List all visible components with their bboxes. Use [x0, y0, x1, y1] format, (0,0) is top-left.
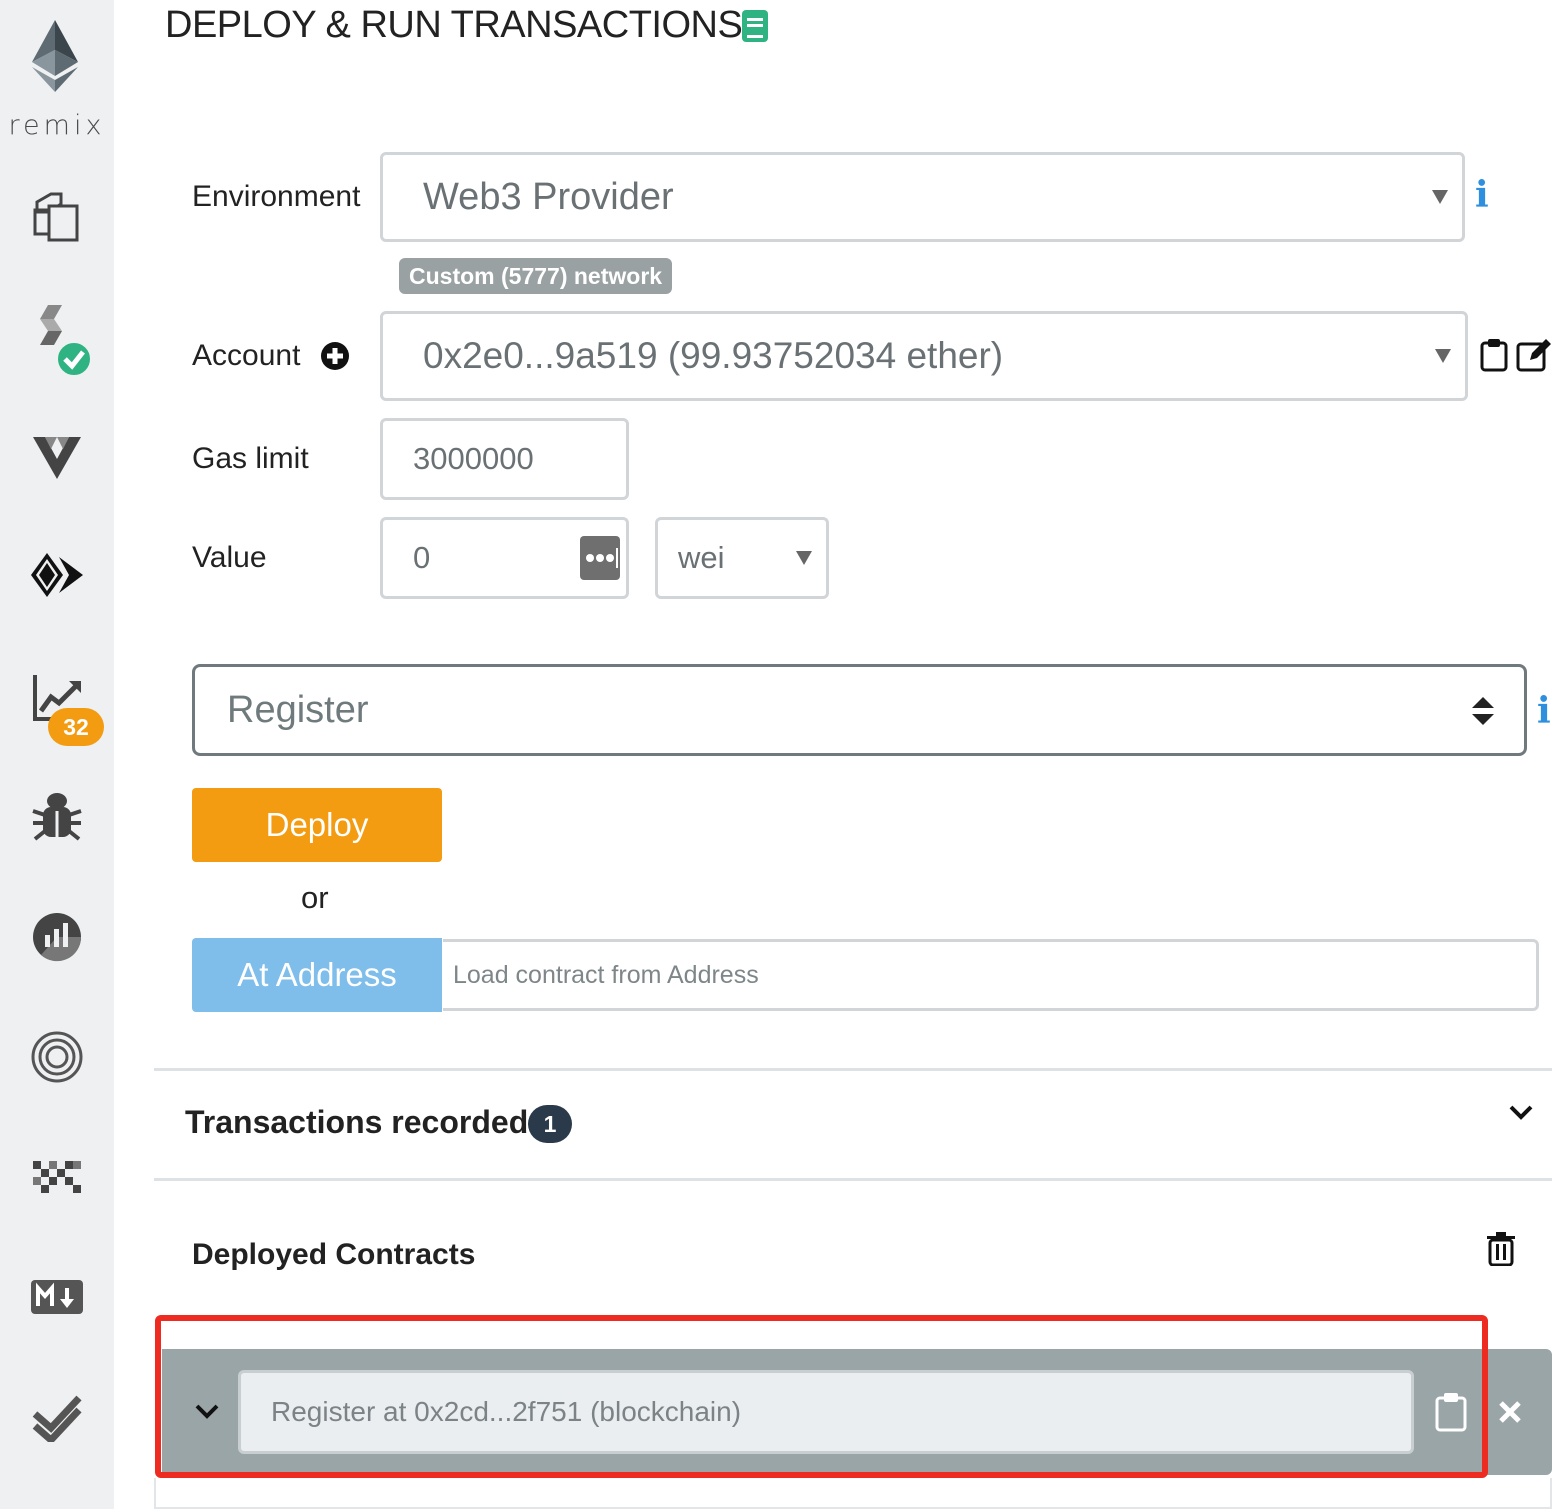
environment-select[interactable]: Web3 Provider — [380, 152, 1465, 242]
gas-limit-label: Gas limit — [192, 442, 309, 475]
environment-info-icon[interactable]: i — [1475, 174, 1489, 216]
close-icon[interactable] — [1498, 1400, 1522, 1424]
sidebar-item-solidity-compiler[interactable] — [22, 305, 92, 379]
pixel-icon — [33, 1161, 81, 1193]
page-title: DEPLOY & RUN TRANSACTIONS — [165, 4, 743, 46]
account-label: Account — [192, 339, 301, 372]
instance-label: Register at 0x2cd...2f751 (blockchain) — [271, 1396, 742, 1427]
more-icon[interactable] — [580, 536, 620, 580]
network-badge: Custom (5777) network — [399, 258, 673, 294]
gas-limit-value: 3000000 — [413, 441, 534, 476]
instance-body — [154, 1478, 1552, 1509]
value-amount: 0 — [413, 540, 431, 575]
value-input[interactable]: 0 — [380, 517, 629, 599]
ethereum-icon — [32, 20, 78, 92]
caret-down-icon — [1432, 190, 1448, 204]
trash-icon[interactable] — [1486, 1232, 1516, 1266]
edit-icon[interactable] — [1516, 338, 1552, 372]
sidebar-item-debugger[interactable] — [22, 782, 92, 852]
vyper-icon — [33, 437, 81, 479]
bug-icon — [32, 793, 82, 841]
remix-logo[interactable]: remix — [0, 14, 114, 141]
transactions-recorded-label: Transactions recorded: — [185, 1104, 539, 1140]
environment-value: Web3 Provider — [423, 175, 674, 218]
deployed-contracts-label: Deployed Contracts — [192, 1238, 476, 1271]
at-address-placeholder: Load contract from Address — [453, 960, 759, 989]
icon-sidebar: remix 32 — [0, 0, 114, 1509]
analysis-count-badge: 32 — [48, 708, 104, 746]
account-value: 0x2e0...9a519 (99.93752034 ether) — [423, 335, 1004, 376]
at-address-input[interactable]: Load contract from Address — [443, 939, 1539, 1011]
sidebar-item-pixel-plugin[interactable] — [22, 1142, 92, 1212]
sidebar-item-vyper[interactable] — [22, 420, 92, 490]
pie-chart-icon — [33, 913, 82, 962]
sidebar-item-file-explorer[interactable] — [22, 183, 92, 253]
logo-text: remix — [8, 110, 106, 141]
sidebar-item-gas-profiler[interactable] — [22, 902, 92, 972]
environment-label: Environment — [192, 180, 361, 213]
sort-icon — [1472, 697, 1494, 725]
sidebar-item-deploy-run[interactable] — [22, 542, 92, 612]
chevron-down-icon[interactable] — [1508, 1104, 1534, 1122]
documentation-icon[interactable] — [741, 9, 769, 43]
transactions-count-badge: 1 — [528, 1105, 572, 1143]
or-text: or — [301, 880, 329, 915]
double-check-icon — [32, 1395, 82, 1442]
clipboard-icon[interactable] — [1435, 1392, 1467, 1432]
deployed-instance-address[interactable]: Register at 0x2cd...2f751 (blockchain) — [238, 1370, 1414, 1454]
divider — [154, 1068, 1552, 1071]
plus-circle-icon[interactable] — [320, 341, 350, 371]
sidebar-item-markdown[interactable] — [22, 1262, 92, 1332]
chevron-down-icon[interactable] — [194, 1403, 220, 1421]
value-unit: wei — [678, 540, 725, 575]
sidebar-item-plugin[interactable] — [22, 1022, 92, 1092]
contract-info-icon[interactable]: i — [1537, 690, 1551, 732]
at-address-button[interactable]: At Address — [192, 938, 442, 1012]
solidity-icon — [40, 305, 92, 379]
caret-down-icon — [1435, 349, 1451, 363]
caret-down-icon — [796, 551, 812, 565]
deploy-button[interactable]: Deploy — [192, 788, 442, 862]
clipboard-icon[interactable] — [1480, 338, 1508, 372]
divider — [154, 1178, 1552, 1181]
files-icon — [33, 192, 79, 242]
rings-icon — [31, 1031, 83, 1083]
markdown-icon — [31, 1280, 83, 1314]
contract-select[interactable]: Register — [192, 664, 1527, 756]
sidebar-item-tests[interactable] — [22, 1382, 92, 1452]
gas-limit-input[interactable]: 3000000 — [380, 418, 629, 500]
contract-selected: Register — [227, 688, 369, 731]
account-select[interactable]: 0x2e0...9a519 (99.93752034 ether) — [380, 311, 1468, 401]
value-unit-select[interactable]: wei — [655, 517, 829, 599]
deploy-icon — [31, 553, 83, 597]
value-label: Value — [192, 541, 267, 574]
